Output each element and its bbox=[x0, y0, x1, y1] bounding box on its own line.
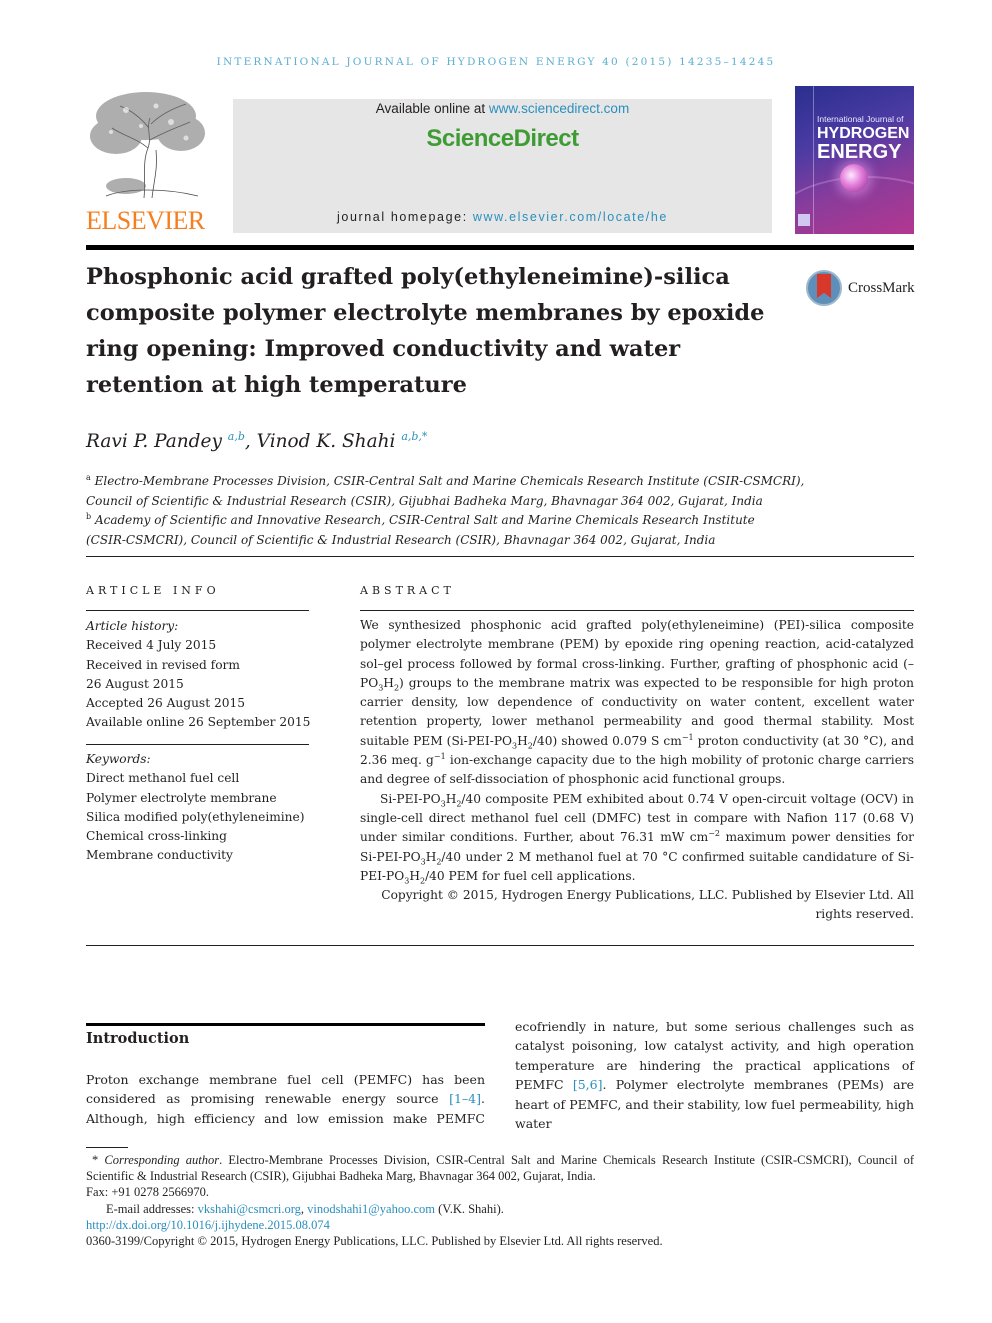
cover-divider bbox=[813, 86, 814, 234]
email-line: E-mail addresses: vkshahi@csmcri.org, vi… bbox=[86, 1201, 914, 1217]
superscript: −2 bbox=[708, 829, 720, 839]
introduction-heading: Introduction bbox=[86, 1030, 190, 1047]
affiliation-text: Electro-Membrane Processes Division, CSI… bbox=[94, 474, 805, 488]
introduction-rule bbox=[86, 1023, 485, 1026]
author-affiliation-mark[interactable]: a,b,* bbox=[401, 430, 427, 443]
abstract-text: H bbox=[517, 733, 528, 748]
author-affiliation-mark[interactable]: a,b bbox=[228, 430, 245, 443]
abstract-paragraph: Si-PEI-PO3H2/40 composite PEM exhibited … bbox=[360, 790, 914, 886]
affiliation-mark: a bbox=[86, 473, 91, 482]
abstract-text: H bbox=[383, 675, 394, 690]
keyword-item: Polymer electrolyte membrane bbox=[86, 790, 277, 805]
abstract-text: H bbox=[409, 868, 420, 883]
affiliation-line: a Electro-Membrane Processes Division, C… bbox=[86, 468, 916, 492]
affiliation-rule bbox=[86, 556, 914, 557]
elsevier-wordmark: ELSEVIER bbox=[86, 206, 205, 235]
header-rule bbox=[86, 245, 914, 250]
superscript: −1 bbox=[433, 752, 446, 762]
affiliation-a: a Electro-Membrane Processes Division, C… bbox=[86, 468, 916, 511]
abstract-text: H bbox=[425, 849, 437, 864]
journal-homepage-line: journal homepage: www.elsevier.com/locat… bbox=[233, 210, 772, 224]
article-history-label: Article history: bbox=[86, 619, 179, 633]
footnote-rule bbox=[86, 1147, 128, 1148]
abstract-paragraph: We synthesized phosphonic acid grafted p… bbox=[360, 616, 914, 790]
cover-journal-line: International Journal of bbox=[817, 114, 904, 124]
footnotes: * Corresponding author. Electro-Membrane… bbox=[86, 1152, 914, 1249]
doi-line: http://dx.doi.org/10.1016/j.ijhydene.201… bbox=[86, 1217, 914, 1233]
abstract-copyright: Copyright © 2015, Hydrogen Energy Public… bbox=[381, 888, 914, 922]
cover-orb-graphic bbox=[840, 164, 868, 192]
journal-cover[interactable]: International Journal of HYDROGEN ENERGY bbox=[795, 86, 914, 234]
keyword-item: Membrane conductivity bbox=[86, 848, 233, 863]
keyword-item: Chemical cross-linking bbox=[86, 829, 227, 844]
journal-homepage-label: journal homepage: bbox=[337, 210, 473, 224]
fax-line: Fax: +91 0278 2566970. bbox=[86, 1185, 210, 1200]
doi-link[interactable]: http://dx.doi.org/10.1016/j.ijhydene.201… bbox=[86, 1218, 330, 1232]
keywords-list: Keywords: Direct methanol fuel cell Poly… bbox=[86, 750, 304, 866]
sciencedirect-banner: Available online at www.sciencedirect.co… bbox=[233, 99, 772, 233]
intro-paragraph: ecofriendly in nature, but some serious … bbox=[515, 1017, 914, 1133]
introduction-left-column: Proton exchange membrane fuel cell (PEMF… bbox=[86, 1070, 485, 1128]
elsevier-tree-icon bbox=[90, 92, 205, 199]
keyword-item: Direct methanol fuel cell bbox=[86, 771, 240, 786]
intro-paragraph: Proton exchange membrane fuel cell (PEMF… bbox=[86, 1070, 485, 1128]
article-info-heading: ARTICLE INFO bbox=[86, 584, 220, 597]
history-item: Received 4 July 2015 bbox=[86, 638, 217, 653]
email-link[interactable]: vinodshahi1@yahoo.com bbox=[307, 1202, 435, 1216]
corresponding-author-label: Corresponding author bbox=[104, 1153, 220, 1167]
sciencedirect-brand[interactable]: ScienceDirect bbox=[233, 125, 772, 153]
affiliation-line: (CSIR-CSMCRI), Council of Scientific & I… bbox=[86, 532, 716, 547]
email-link[interactable]: vkshahi@csmcri.org bbox=[198, 1202, 301, 1216]
citation-link[interactable]: [5,6] bbox=[573, 1077, 603, 1092]
article-info-rule bbox=[86, 610, 309, 611]
available-online-line: Available online at www.sciencedirect.co… bbox=[233, 101, 772, 116]
footnote-mark: * bbox=[92, 1153, 99, 1167]
keywords-label: Keywords: bbox=[86, 752, 151, 766]
abstract-text: /40) showed 0.079 S cm bbox=[532, 733, 682, 748]
cover-hydrogen: HYDROGEN bbox=[817, 125, 910, 142]
sciencedirect-link[interactable]: www.sciencedirect.com bbox=[489, 101, 629, 116]
history-item: Accepted 26 August 2015 bbox=[86, 696, 245, 711]
affiliation-text: Academy of Scientific and Innovative Res… bbox=[94, 513, 755, 527]
article-history: Article history: Received 4 July 2015 Re… bbox=[86, 617, 310, 733]
history-item: 26 August 2015 bbox=[86, 676, 184, 691]
author-name[interactable]: Vinod K. Shahi bbox=[257, 431, 396, 452]
crossmark-button[interactable]: CrossMark bbox=[806, 268, 918, 312]
superscript: −1 bbox=[681, 732, 694, 742]
abstract-end-rule bbox=[86, 945, 914, 946]
citation-link[interactable]: [1–4] bbox=[449, 1091, 481, 1106]
elsevier-logo[interactable]: ELSEVIER bbox=[86, 88, 208, 236]
introduction-right-column: ecofriendly in nature, but some serious … bbox=[515, 1017, 914, 1133]
available-online-text: Available online at bbox=[375, 101, 489, 116]
history-item: Received in revised form bbox=[86, 657, 240, 672]
copyright-line: 0360-3199/Copyright © 2015, Hydrogen Ene… bbox=[86, 1234, 663, 1249]
article-title: Phosphonic acid grafted poly(ethyleneimi… bbox=[86, 264, 765, 398]
journal-homepage-link[interactable]: www.elsevier.com/locate/he bbox=[473, 210, 668, 224]
author-separator: , bbox=[244, 431, 257, 453]
email-label: E-mail addresses: bbox=[106, 1201, 198, 1216]
cover-publisher-logo-icon bbox=[798, 214, 810, 226]
corresponding-author-note: * Corresponding author. Electro-Membrane… bbox=[86, 1152, 914, 1184]
abstract-text: /40 PEM for fuel cell applications. bbox=[425, 868, 636, 883]
abstract-rule bbox=[360, 610, 914, 611]
email-owner: (V.K. Shahi). bbox=[435, 1201, 504, 1216]
abstract-body: We synthesized phosphonic acid grafted p… bbox=[360, 616, 914, 925]
affiliation-line: b Academy of Scientific and Innovative R… bbox=[86, 507, 916, 531]
abstract-text: Si-PEI-PO bbox=[380, 791, 441, 806]
abstract-text: H bbox=[445, 791, 457, 806]
history-item: Available online 26 September 2015 bbox=[86, 715, 311, 730]
abstract-heading: ABSTRACT bbox=[360, 584, 455, 597]
running-head: INTERNATIONAL JOURNAL OF HYDROGEN ENERGY… bbox=[216, 56, 776, 68]
keyword-item: Silica modified poly(ethyleneimine) bbox=[86, 809, 305, 824]
keywords-rule bbox=[86, 744, 309, 745]
intro-text: Proton exchange membrane fuel cell (PEMF… bbox=[86, 1072, 485, 1107]
affiliation-mark: b bbox=[86, 512, 92, 521]
author-name[interactable]: Ravi P. Pandey bbox=[86, 431, 222, 452]
affiliation-b: b Academy of Scientific and Innovative R… bbox=[86, 507, 916, 550]
cover-energy: ENERGY bbox=[817, 141, 902, 163]
crossmark-label: CrossMark bbox=[848, 280, 915, 296]
author-list: Ravi P. Pandey a,b, Vinod K. Shahi a,b,* bbox=[86, 430, 427, 452]
